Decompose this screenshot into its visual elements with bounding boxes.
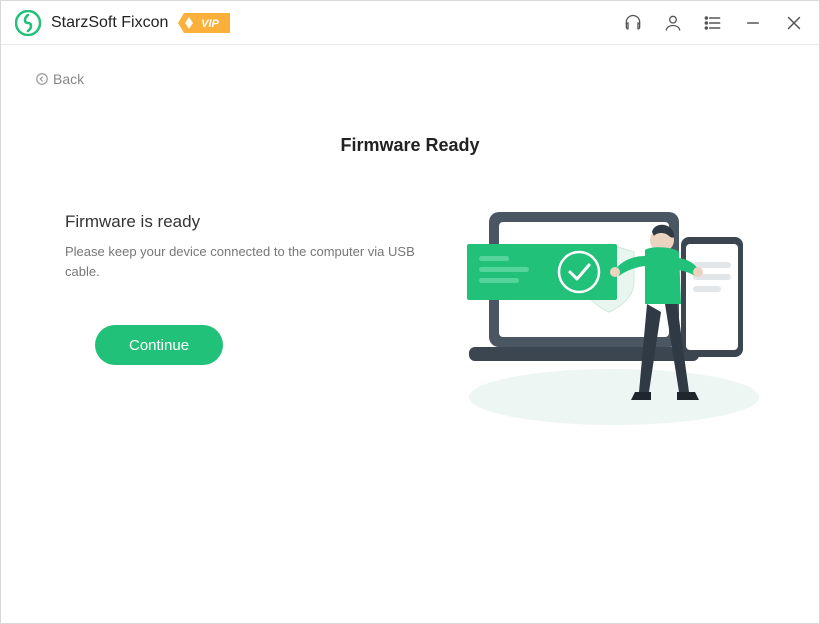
close-icon[interactable]: [783, 12, 805, 34]
menu-icon[interactable]: [703, 13, 723, 33]
continue-button[interactable]: Continue: [95, 325, 223, 365]
account-icon[interactable]: [663, 13, 683, 33]
subheading: Firmware is ready: [65, 212, 425, 232]
firmware-ready-illustration-icon: [449, 192, 779, 432]
minimize-icon[interactable]: [743, 13, 763, 33]
left-column: Firmware is ready Please keep your devic…: [65, 212, 425, 365]
page-heading: Firmware Ready: [31, 135, 789, 156]
titlebar: StarzSoft Fixcon VIP: [1, 1, 819, 45]
illustration-container: [425, 212, 769, 452]
content-area: Back Firmware Ready Firmware is ready Pl…: [7, 51, 813, 617]
app-window: StarzSoft Fixcon VIP: [0, 0, 820, 624]
support-icon[interactable]: [623, 13, 643, 33]
app-logo-icon: [15, 10, 41, 36]
app-title: StarzSoft Fixcon: [51, 14, 168, 32]
description-text: Please keep your device connected to the…: [65, 242, 425, 281]
titlebar-actions: [623, 12, 805, 34]
back-button[interactable]: Back: [35, 71, 84, 87]
vip-badge-icon: VIP: [178, 13, 230, 33]
back-label: Back: [53, 71, 84, 87]
main-row: Firmware is ready Please keep your devic…: [31, 212, 789, 452]
svg-text:VIP: VIP: [202, 18, 220, 30]
